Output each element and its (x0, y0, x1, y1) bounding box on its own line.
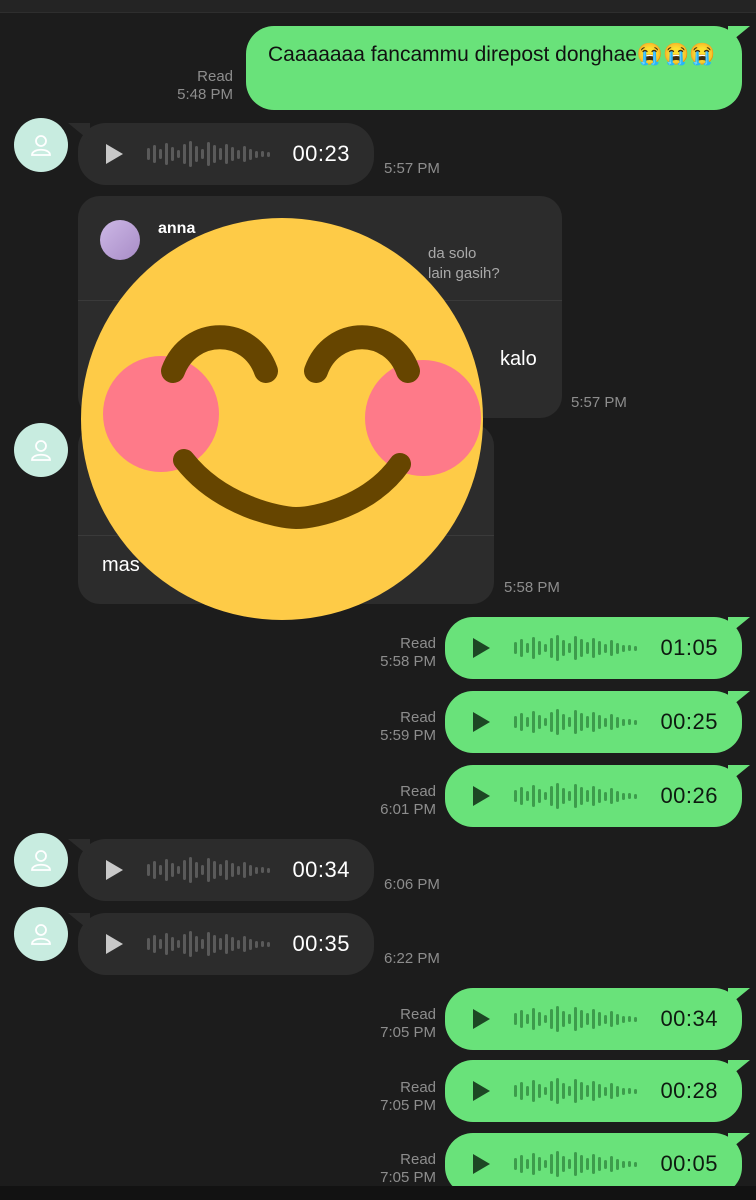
read-status: Read (400, 783, 436, 800)
message-time: 6:06 PM (384, 876, 440, 893)
message-time: 7:05 PM (380, 1097, 436, 1114)
play-icon[interactable] (106, 934, 123, 954)
message-time: 5:58 PM (380, 653, 436, 670)
voice-duration: 00:34 (660, 1006, 718, 1031)
voice-duration: 00:23 (292, 141, 350, 166)
waveform (147, 929, 270, 959)
contact-avatar[interactable] (14, 833, 68, 887)
waveform (514, 1076, 637, 1106)
play-icon[interactable] (473, 1009, 490, 1029)
waveform (514, 633, 637, 663)
voice-duration: 00:34 (292, 857, 350, 882)
voice-duration: 00:28 (660, 1078, 718, 1103)
read-status: Read (400, 1006, 436, 1023)
outgoing-text-message[interactable]: Caaaaaaa fancammu direpost donghae😭😭😭 (246, 26, 742, 110)
read-status: Read (197, 68, 233, 85)
message-time: 5:58 PM (504, 579, 560, 596)
outgoing-voice-message[interactable]: 00:25 (445, 691, 742, 753)
play-icon[interactable] (473, 638, 490, 658)
user-icon (31, 850, 51, 871)
waveform (147, 139, 270, 169)
read-status: Read (400, 1151, 436, 1168)
voice-duration: 00:26 (660, 783, 718, 808)
smiling-face-with-blush-emoji-icon (81, 218, 483, 620)
waveform (514, 707, 637, 737)
play-icon[interactable] (473, 712, 490, 732)
message-time: 6:22 PM (384, 950, 440, 967)
contact-avatar[interactable] (14, 423, 68, 477)
voice-duration: 00:05 (660, 1151, 718, 1176)
message-meta: Read 5:48 PM (150, 68, 233, 104)
voice-duration: 00:25 (660, 709, 718, 734)
message-time: 6:01 PM (380, 801, 436, 818)
outgoing-voice-message[interactable]: 01:05 (445, 617, 742, 679)
incoming-voice-message[interactable]: 00:23 (78, 123, 374, 185)
play-icon[interactable] (106, 144, 123, 164)
voice-duration: 01:05 (660, 635, 718, 660)
top-bar (0, 0, 756, 13)
outgoing-voice-message[interactable]: 00:26 (445, 765, 742, 827)
message-time: 7:05 PM (380, 1024, 436, 1041)
voice-duration: 00:35 (292, 931, 350, 956)
message-meta: Read 5:58 PM (350, 635, 436, 671)
bottom-bar (0, 1186, 756, 1200)
read-status: Read (400, 1079, 436, 1096)
message-time: 5:59 PM (380, 727, 436, 744)
message-time: 5:57 PM (571, 394, 627, 411)
waveform (147, 855, 270, 885)
message-meta: Read 6:01 PM (350, 783, 436, 819)
message-meta: Read 7:05 PM (350, 1079, 436, 1115)
message-meta: Read 7:05 PM (350, 1006, 436, 1042)
user-icon (31, 135, 51, 156)
waveform (514, 781, 637, 811)
play-icon[interactable] (473, 1081, 490, 1101)
message-meta: Read 5:59 PM (350, 709, 436, 745)
play-icon[interactable] (106, 860, 123, 880)
contact-avatar[interactable] (14, 907, 68, 961)
play-icon[interactable] (473, 1154, 490, 1174)
read-status: Read (400, 635, 436, 652)
incoming-voice-message[interactable]: 00:34 (78, 839, 374, 901)
user-icon (31, 440, 51, 461)
play-icon[interactable] (473, 786, 490, 806)
message-meta: Read 7:05 PM (350, 1151, 436, 1187)
read-status: Read (400, 709, 436, 726)
outgoing-voice-message[interactable]: 00:28 (445, 1060, 742, 1122)
message-time: 5:57 PM (384, 160, 440, 177)
waveform (514, 1004, 637, 1034)
user-icon (31, 924, 51, 945)
message-time: 5:48 PM (177, 86, 233, 103)
message-time: 7:05 PM (380, 1169, 436, 1186)
incoming-voice-message[interactable]: 00:35 (78, 913, 374, 975)
message-text: Caaaaaaa fancammu direpost donghae😭😭😭 (268, 43, 716, 66)
waveform (514, 1149, 637, 1179)
outgoing-voice-message[interactable]: 00:34 (445, 988, 742, 1050)
contact-avatar[interactable] (14, 118, 68, 172)
